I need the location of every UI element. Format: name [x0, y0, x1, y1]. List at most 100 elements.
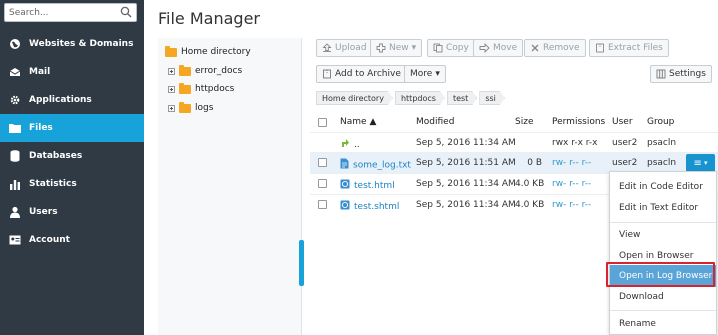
file-size: 4.0 KB: [515, 179, 545, 189]
file-name[interactable]: ..: [340, 138, 360, 151]
row-checkbox[interactable]: [318, 158, 327, 167]
row-menu-button[interactable]: ≡ ▾: [686, 154, 715, 172]
sidebar-item-mail[interactable]: Mail: [0, 58, 144, 86]
search-input[interactable]: [5, 4, 115, 21]
sidebar: Websites & Domains Mail Applications Fil…: [0, 0, 144, 335]
breadcrumb-item[interactable]: test: [447, 91, 477, 105]
arrow-right-icon: [479, 43, 490, 53]
expand-icon[interactable]: [168, 104, 175, 112]
parent-directory-icon: [340, 138, 350, 151]
file-size: 4.0 KB: [515, 200, 545, 210]
database-icon: [8, 149, 22, 163]
column-header-user[interactable]: User: [612, 117, 633, 127]
select-all-checkbox[interactable]: [318, 118, 327, 127]
table-row[interactable]: some_log.txt Sep 5, 2016 11:51 AM 0 B rw…: [310, 152, 718, 173]
menu-item-download[interactable]: Download: [610, 286, 716, 308]
menu-item-edit-code-editor[interactable]: Edit in Code Editor: [610, 176, 716, 198]
breadcrumb-item[interactable]: ssi: [479, 91, 505, 105]
file-permissions[interactable]: rw- r-- r--: [552, 200, 591, 210]
file-permissions[interactable]: rwx r-x r-x: [552, 138, 598, 148]
search-box: [4, 3, 137, 22]
text-file-icon: [340, 158, 349, 172]
file-name[interactable]: test.shtml: [340, 200, 399, 213]
menu-item-view[interactable]: View: [610, 224, 716, 246]
sidebar-item-label: Statistics: [29, 179, 77, 189]
file-group: psacln: [647, 138, 677, 148]
settings-button[interactable]: Settings: [650, 65, 712, 83]
user-icon: [8, 205, 22, 219]
sidebar-item-label: Mail: [29, 67, 51, 77]
sidebar-item-statistics[interactable]: Statistics: [0, 170, 144, 198]
menu-item-rename[interactable]: Rename: [610, 313, 716, 335]
remove-button[interactable]: Remove: [524, 39, 586, 57]
more-button[interactable]: More ▾: [404, 65, 446, 83]
sidebar-item-users[interactable]: Users: [0, 198, 144, 226]
file-size: 0 B: [527, 158, 542, 168]
id-card-icon: [8, 233, 22, 247]
hamburger-icon: ≡: [693, 157, 702, 169]
menu-item-edit-text-editor[interactable]: Edit in Text Editor: [610, 197, 716, 219]
remove-icon: [530, 43, 540, 53]
sidebar-item-databases[interactable]: Databases: [0, 142, 144, 170]
new-button[interactable]: New ▾: [370, 39, 423, 57]
file-user: user2: [612, 158, 638, 168]
web-file-icon: [340, 179, 350, 192]
add-to-archive-button[interactable]: Add to Archive: [316, 65, 407, 83]
collapse-tree-handle[interactable]: [299, 240, 304, 286]
tree-item-label: logs: [195, 103, 214, 113]
folder-icon: [165, 45, 177, 57]
row-checkbox[interactable]: [318, 200, 327, 209]
sort-ascending-icon: ▲: [369, 117, 377, 127]
move-button[interactable]: Move: [473, 39, 524, 57]
column-header-permissions[interactable]: Permissions: [552, 117, 605, 127]
chevron-down-icon: ▾: [435, 69, 440, 79]
menu-item-open-in-browser[interactable]: Open in Browser: [610, 245, 716, 267]
column-header-size[interactable]: Size: [515, 117, 533, 127]
folder-icon: [8, 121, 22, 135]
directory-tree: Home directory error_docs httpdocs logs: [158, 38, 302, 335]
sidebar-item-files[interactable]: Files: [0, 114, 144, 142]
tree-item-error-docs[interactable]: error_docs: [168, 63, 242, 79]
file-name[interactable]: test.html: [340, 179, 395, 192]
upload-icon: [322, 43, 332, 53]
sidebar-item-label: Databases: [29, 151, 83, 161]
tree-item-logs[interactable]: logs: [168, 100, 213, 116]
sidebar-item-websites-domains[interactable]: Websites & Domains: [0, 30, 144, 58]
sidebar-item-account[interactable]: Account: [0, 226, 144, 254]
breadcrumb-item[interactable]: httpdocs: [395, 91, 445, 105]
table-header: Name ▲ Modified Size Permissions User Gr…: [310, 114, 718, 132]
file-permissions[interactable]: rw- r-- r--: [552, 158, 591, 168]
archive-icon: [595, 43, 605, 53]
sidebar-item-applications[interactable]: Applications: [0, 86, 144, 114]
column-header-group[interactable]: Group: [647, 117, 674, 127]
file-group: psacln: [647, 158, 677, 168]
menu-item-open-in-log-browser[interactable]: Open in Log Browser: [610, 265, 716, 287]
chevron-down-icon: ▾: [411, 43, 417, 53]
column-header-modified[interactable]: Modified: [416, 117, 454, 127]
gear-icon: [8, 93, 22, 107]
search-icon[interactable]: [120, 6, 132, 21]
row-checkbox[interactable]: [318, 179, 327, 188]
plus-icon: [376, 43, 386, 53]
upload-button[interactable]: Upload: [316, 39, 373, 57]
sidebar-item-label: Users: [29, 207, 58, 217]
page-title: File Manager: [158, 9, 260, 28]
bar-chart-icon: [8, 177, 22, 191]
tree-item-label: Home directory: [181, 47, 251, 57]
copy-button[interactable]: Copy: [427, 39, 475, 57]
expand-icon[interactable]: [168, 85, 175, 93]
expand-icon[interactable]: [168, 67, 175, 75]
file-modified: Sep 5, 2016 11:34 AM: [416, 138, 516, 148]
extract-files-button[interactable]: Extract Files: [589, 39, 669, 57]
file-permissions[interactable]: rw- r-- r--: [552, 179, 591, 189]
file-user: user2: [612, 138, 638, 148]
sidebar-item-label: Files: [29, 123, 53, 133]
sidebar-item-label: Applications: [29, 95, 92, 105]
breadcrumb-item[interactable]: Home directory: [316, 91, 393, 105]
tree-item-httpdocs[interactable]: httpdocs: [168, 81, 234, 97]
file-name[interactable]: some_log.txt: [340, 158, 411, 172]
table-row[interactable]: .. Sep 5, 2016 11:34 AM rwx r-x r-x user…: [310, 132, 718, 153]
tree-item-home[interactable]: Home directory: [165, 44, 251, 60]
tree-item-label: error_docs: [195, 66, 243, 76]
column-header-name[interactable]: Name ▲: [340, 117, 376, 127]
